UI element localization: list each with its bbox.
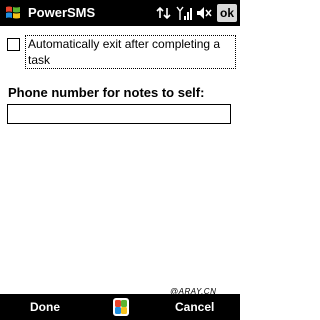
- app-title: PowerSMS: [28, 5, 96, 20]
- phone-number-input[interactable]: [7, 104, 231, 124]
- volume-muted-icon[interactable]: [196, 6, 212, 20]
- phone-section-label: Phone number for notes to self:: [8, 85, 205, 100]
- screen: PowerSMS ok Automatically exit after com…: [0, 0, 240, 320]
- done-softkey[interactable]: Done: [30, 300, 60, 314]
- connectivity-icon[interactable]: [156, 6, 172, 20]
- cancel-softkey[interactable]: Cancel: [175, 300, 214, 314]
- softkey-bar: Done Cancel: [0, 294, 240, 320]
- title-bar: PowerSMS ok: [0, 0, 240, 26]
- keyboard-input-icon[interactable]: [112, 297, 130, 317]
- ok-button[interactable]: ok: [217, 4, 237, 22]
- windows-start-icon[interactable]: [4, 4, 22, 22]
- auto-exit-checkbox[interactable]: [7, 38, 20, 51]
- status-icons: [156, 5, 212, 21]
- signal-strength-icon[interactable]: [176, 6, 192, 21]
- auto-exit-label[interactable]: Automatically exit after completing a ta…: [25, 35, 236, 69]
